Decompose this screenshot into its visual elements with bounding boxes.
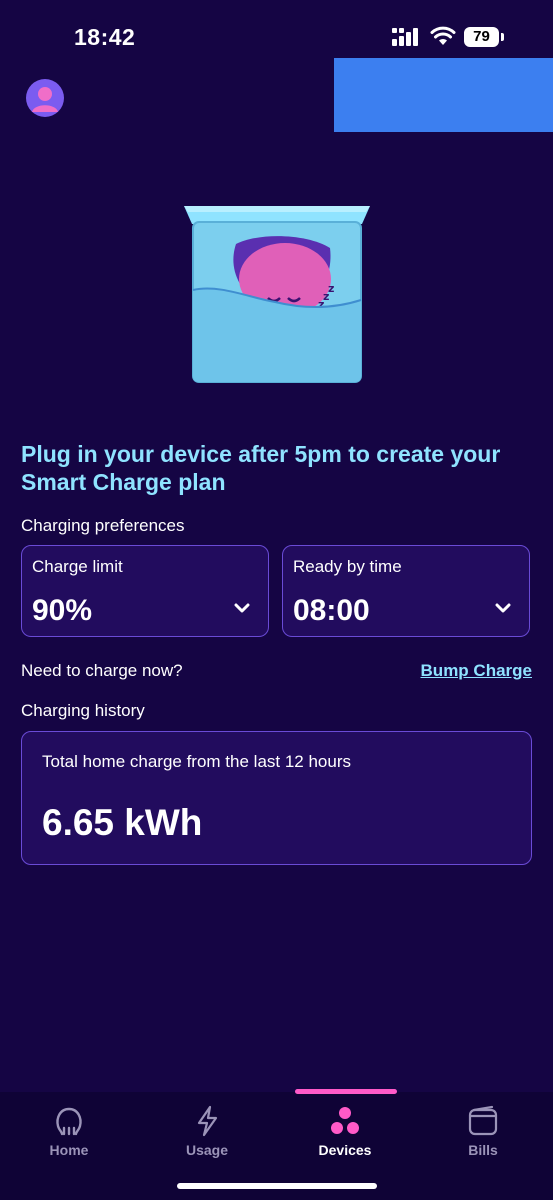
ready-by-time-label: Ready by time bbox=[293, 557, 402, 576]
devices-icon bbox=[331, 1107, 359, 1134]
battery-level: 79 bbox=[464, 27, 499, 47]
octopus-icon bbox=[56, 1107, 82, 1136]
home-indicator[interactable] bbox=[177, 1183, 377, 1189]
charge-limit-value: 90% bbox=[32, 594, 93, 627]
history-description: Total home charge from the last 12 hours bbox=[42, 752, 351, 771]
chevron-down-icon bbox=[234, 603, 250, 613]
charge-now-question: Need to charge now? bbox=[21, 661, 183, 680]
nav-label-usage: Usage bbox=[185, 1142, 229, 1158]
lightning-icon bbox=[197, 1105, 218, 1137]
nav-label-home: Home bbox=[49, 1142, 89, 1158]
banner-block bbox=[334, 58, 553, 132]
nav-label-bills: Bills bbox=[468, 1142, 498, 1158]
ready-by-time-select[interactable]: Ready by time 08:00 bbox=[282, 545, 530, 637]
charging-history-label: Charging history bbox=[21, 701, 145, 720]
nav-tab-usage[interactable]: Usage bbox=[157, 1104, 257, 1158]
bump-charge-link[interactable]: Bump Charge bbox=[421, 661, 532, 681]
status-time: 18:42 bbox=[74, 24, 136, 50]
user-icon bbox=[32, 87, 58, 112]
ready-by-time-value: 08:00 bbox=[293, 594, 370, 627]
chevron-down-icon bbox=[495, 603, 511, 613]
wallet-icon bbox=[468, 1105, 498, 1136]
nav-tab-home[interactable]: Home bbox=[19, 1104, 119, 1158]
battery-icon: 79 bbox=[464, 27, 504, 47]
nav-tab-bills[interactable]: Bills bbox=[433, 1104, 533, 1158]
charging-history-card: Total home charge from the last 12 hours… bbox=[21, 731, 532, 865]
charging-preferences-label: Charging preferences bbox=[21, 516, 185, 535]
sleeping-octopus-illustration: z z z bbox=[184, 206, 370, 383]
nav-label-devices: Devices bbox=[318, 1142, 372, 1158]
avatar[interactable] bbox=[26, 79, 64, 117]
charge-limit-label: Charge limit bbox=[32, 557, 123, 576]
wifi-icon bbox=[430, 26, 456, 45]
active-tab-indicator bbox=[295, 1089, 397, 1094]
svg-text:z: z bbox=[328, 282, 334, 295]
cellular-signal-icon bbox=[392, 28, 418, 46]
smart-charge-headline: Plug in your device after 5pm to create … bbox=[21, 441, 501, 495]
nav-tab-devices[interactable]: Devices bbox=[295, 1104, 395, 1158]
charge-limit-select[interactable]: Charge limit 90% bbox=[21, 545, 269, 637]
history-total-value: 6.65 kWh bbox=[42, 802, 203, 843]
